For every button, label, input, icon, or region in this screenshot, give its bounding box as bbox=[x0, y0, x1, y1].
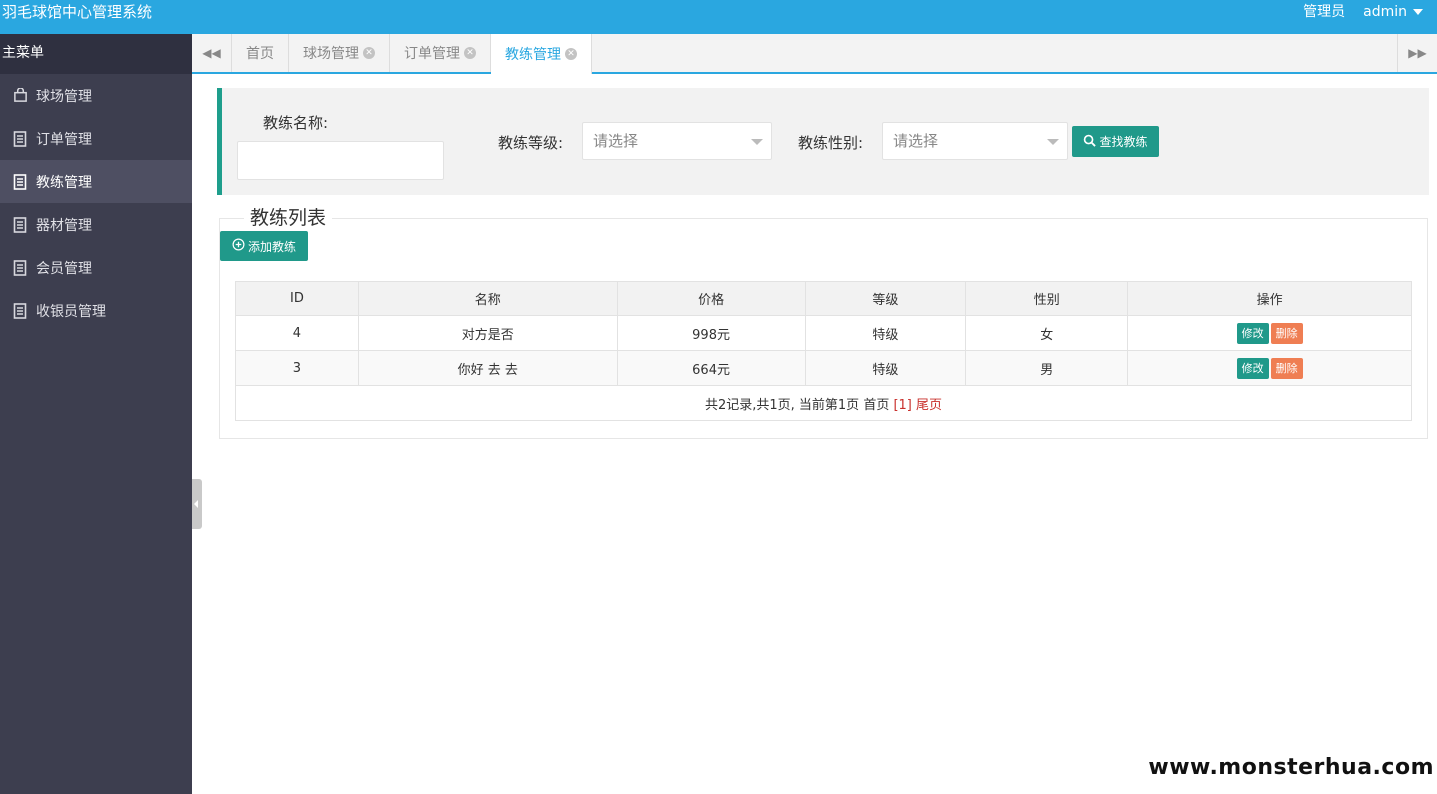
username: admin bbox=[1363, 4, 1407, 20]
tab-orders[interactable]: 订单管理 ✕ bbox=[390, 34, 491, 72]
table-row: 4 对方是否 998元 特级 女 修改 删除 bbox=[235, 315, 1412, 351]
column-header: ID bbox=[235, 281, 359, 316]
sidebar-item-label: 教练管理 bbox=[36, 174, 92, 191]
coach-level-label: 教练等级: bbox=[498, 134, 564, 152]
user-menu[interactable]: admin bbox=[1363, 2, 1423, 22]
tab-label: 订单管理 bbox=[404, 46, 460, 62]
watermark: www.monsterhua.com bbox=[1148, 755, 1434, 780]
select-placeholder: 请选择 bbox=[593, 132, 639, 150]
sidebar-item-coaches[interactable]: 教练管理 bbox=[0, 160, 192, 203]
pager-current-page[interactable]: [1] bbox=[893, 398, 911, 413]
coach-gender-label: 教练性别: bbox=[798, 134, 864, 152]
cell-price: 998元 bbox=[616, 315, 806, 351]
cell-id: 3 bbox=[235, 350, 359, 386]
document-icon bbox=[12, 130, 28, 147]
document-icon bbox=[12, 302, 28, 319]
search-button-label: 查找教练 bbox=[1099, 135, 1148, 149]
add-button-label: 添加教练 bbox=[247, 239, 296, 254]
select-placeholder: 请选择 bbox=[893, 132, 939, 150]
search-coach-button[interactable]: 查找教练 bbox=[1072, 126, 1159, 157]
pager-row: 共2记录,共1页, 当前第1页 首页 [1] 尾页 bbox=[235, 385, 1412, 421]
sidebar-item-label: 器材管理 bbox=[36, 217, 92, 234]
add-coach-button[interactable]: 添加教练 bbox=[220, 231, 308, 261]
delete-button[interactable]: 删除 bbox=[1270, 322, 1303, 344]
edit-button[interactable]: 修改 bbox=[1236, 322, 1269, 344]
cell-gender: 男 bbox=[965, 350, 1129, 386]
role-label[interactable]: 管理员 bbox=[1303, 2, 1345, 22]
coach-list-legend: 教练列表 bbox=[244, 206, 333, 230]
app-title: 羽毛球馆中心管理系统 bbox=[2, 3, 153, 21]
sidebar-header: 主菜单 bbox=[0, 34, 192, 74]
tab-scroll-right-icon[interactable]: ▶▶ bbox=[1397, 34, 1437, 72]
delete-button[interactable]: 删除 bbox=[1270, 357, 1303, 379]
sidebar-item-cashiers[interactable]: 收银员管理 bbox=[0, 289, 192, 332]
edit-button[interactable]: 修改 bbox=[1236, 357, 1269, 379]
tab-scroll-left-icon[interactable]: ◀◀ bbox=[192, 34, 232, 72]
tab-label: 教练管理 bbox=[505, 47, 561, 63]
cell-level: 特级 bbox=[804, 315, 967, 351]
document-icon bbox=[12, 259, 28, 276]
bag-icon bbox=[12, 88, 28, 104]
pager-last-link[interactable]: 尾页 bbox=[916, 398, 942, 413]
search-icon bbox=[1083, 134, 1097, 150]
chevron-down-icon bbox=[751, 139, 763, 145]
tab-bar: ◀◀ 首页 球场管理 ✕ 订单管理 ✕ 教练管理 ✕ ▶▶ bbox=[192, 34, 1437, 74]
cell-id: 4 bbox=[235, 315, 359, 351]
caret-down-icon bbox=[1413, 9, 1423, 15]
top-right-area: 管理员 admin bbox=[1303, 2, 1423, 22]
sidebar-collapse-handle[interactable] bbox=[192, 479, 202, 529]
top-bar: 羽毛球馆中心管理系统 管理员 admin bbox=[0, 0, 1437, 34]
tab-court[interactable]: 球场管理 ✕ bbox=[289, 34, 390, 72]
sidebar-item-label: 收银员管理 bbox=[36, 303, 106, 320]
sidebar-item-equipment[interactable]: 器材管理 bbox=[0, 203, 192, 246]
cell-gender: 女 bbox=[965, 315, 1129, 351]
table-row: 3 你好 去 去 664元 特级 男 修改 删除 bbox=[235, 350, 1412, 386]
sidebar-item-label: 会员管理 bbox=[36, 260, 92, 277]
cell-price: 664元 bbox=[616, 350, 806, 386]
cell-name: 对方是否 bbox=[357, 315, 618, 351]
column-header: 名称 bbox=[357, 281, 618, 316]
tab-coaches[interactable]: 教练管理 ✕ bbox=[491, 34, 592, 74]
coach-name-input[interactable] bbox=[237, 141, 444, 180]
column-header: 价格 bbox=[616, 281, 806, 316]
coach-gender-select[interactable]: 请选择 bbox=[882, 122, 1068, 160]
pagination: 共2记录,共1页, 当前第1页 首页 [1] 尾页 bbox=[235, 385, 1412, 421]
cell-actions: 修改 删除 bbox=[1127, 315, 1412, 351]
plus-circle-icon bbox=[232, 238, 245, 254]
sidebar-item-orders[interactable]: 订单管理 bbox=[0, 117, 192, 160]
table-header-row: ID 名称 价格 等级 性别 操作 bbox=[235, 281, 1412, 316]
tab-label: 首页 bbox=[246, 46, 274, 62]
cell-actions: 修改 删除 bbox=[1127, 350, 1412, 386]
pager-first-link[interactable]: 首页 bbox=[863, 398, 889, 413]
tab-label: 球场管理 bbox=[303, 46, 359, 62]
coach-table: ID 名称 价格 等级 性别 操作 4 对方是否 998元 特级 女 修改 删除 … bbox=[235, 281, 1412, 421]
tab-list: 首页 球场管理 ✕ 订单管理 ✕ 教练管理 ✕ bbox=[232, 34, 592, 74]
column-header: 操作 bbox=[1127, 281, 1412, 316]
close-icon[interactable]: ✕ bbox=[464, 47, 476, 59]
cell-name: 你好 去 去 bbox=[357, 350, 618, 386]
coach-level-select[interactable]: 请选择 bbox=[582, 122, 772, 160]
document-icon bbox=[12, 173, 28, 190]
search-panel: 教练名称: 教练等级: 请选择 教练性别: 请选择 查找教练 bbox=[217, 88, 1429, 195]
close-icon[interactable]: ✕ bbox=[565, 48, 577, 60]
document-icon bbox=[12, 216, 28, 233]
sidebar-item-label: 球场管理 bbox=[36, 88, 92, 105]
sidebar-item-members[interactable]: 会员管理 bbox=[0, 246, 192, 289]
pager-summary: 共2记录,共1页, 当前第1页 bbox=[704, 397, 860, 413]
close-icon[interactable]: ✕ bbox=[363, 47, 375, 59]
column-header: 性别 bbox=[965, 281, 1129, 316]
coach-name-label: 教练名称: bbox=[263, 114, 329, 132]
tab-home[interactable]: 首页 bbox=[232, 34, 289, 72]
chevron-down-icon bbox=[1047, 139, 1059, 145]
cell-level: 特级 bbox=[804, 350, 967, 386]
column-header: 等级 bbox=[804, 281, 967, 316]
sidebar-item-court[interactable]: 球场管理 bbox=[0, 74, 192, 117]
sidebar: 主菜单 球场管理 订单管理 教练管理 器材管理 会员管理 收银员管理 bbox=[0, 34, 192, 794]
sidebar-item-label: 订单管理 bbox=[36, 131, 92, 148]
